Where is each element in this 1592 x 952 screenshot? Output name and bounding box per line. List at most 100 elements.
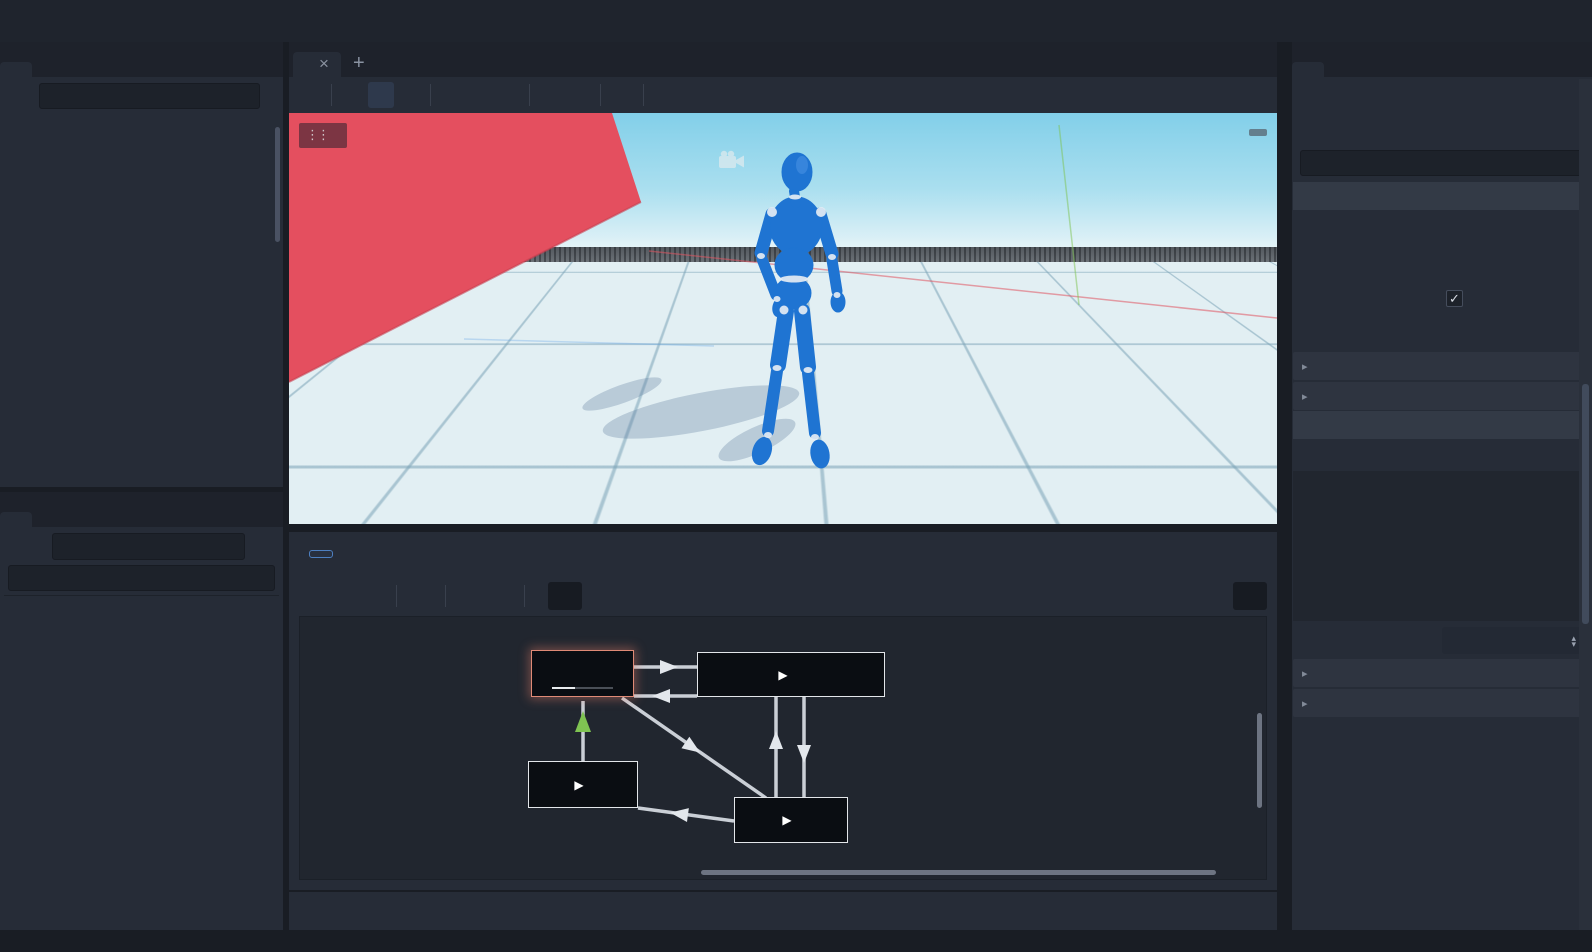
transition-dropdown[interactable] — [548, 582, 582, 610]
scene-tree-scrollbar[interactable] — [275, 127, 280, 242]
graph-select-tool-icon[interactable] — [299, 583, 325, 609]
filter-properties-box — [1300, 150, 1584, 176]
play-custom-scene-button[interactable] — [1534, 8, 1560, 34]
scene-tab-game[interactable]: × — [293, 52, 341, 77]
editor-description-textarea[interactable] — [1293, 471, 1591, 621]
red-wall — [289, 113, 641, 382]
filter-properties-input[interactable] — [1308, 155, 1570, 172]
3d-viewport[interactable]: ⋮⋮ — [289, 113, 1277, 524]
filter-nodes-box — [39, 83, 260, 109]
state-node-move-ground[interactable]: ▶ — [697, 652, 885, 697]
close-tab-icon[interactable]: × — [319, 58, 329, 70]
play-state-icon[interactable]: ▶ — [778, 668, 787, 682]
tab-node[interactable] — [1324, 62, 1356, 77]
attach-script-button[interactable] — [266, 83, 275, 109]
graph-hscrollbar[interactable] — [701, 870, 1216, 875]
active-value[interactable]: ✓ — [1442, 290, 1590, 307]
tab-scene[interactable] — [0, 62, 32, 77]
main-menu-bar — [0, 0, 1592, 42]
filesystem-dock — [0, 492, 283, 930]
chevron-right-icon: ▸ — [1302, 697, 1308, 710]
animation-tree-panel: ▶ ▶ ▶ — [289, 532, 1277, 890]
lock-icon[interactable] — [467, 82, 493, 108]
state-node-land[interactable]: ▶ — [528, 761, 638, 808]
resource-section-header[interactable] — [1293, 182, 1591, 210]
path-root-button[interactable] — [309, 550, 333, 558]
graph-connect-nodes-icon[interactable] — [359, 583, 385, 609]
graph-create-node-icon[interactable] — [329, 583, 355, 609]
save-resource-icon[interactable] — [1370, 83, 1396, 109]
tab-inspector[interactable] — [1292, 62, 1324, 77]
property-editor-description — [1292, 440, 1592, 469]
graph-end-icon[interactable] — [487, 583, 513, 609]
property-process-priority: ▴▾ — [1292, 623, 1592, 658]
graph-autoplay-icon[interactable] — [457, 583, 483, 609]
chevron-right-icon: ▸ — [1302, 360, 1308, 373]
search-files-input[interactable] — [16, 570, 261, 587]
node-section-header[interactable] — [1293, 411, 1591, 439]
grip-dots-icon: ⋮⋮ — [306, 127, 328, 143]
local-space-icon[interactable] — [538, 82, 564, 108]
new-resource-icon[interactable] — [1302, 83, 1328, 109]
rotate-tool-icon[interactable] — [368, 82, 394, 108]
process-priority-spinner[interactable]: ▴▾ — [1442, 627, 1584, 654]
pause-button[interactable] — [1414, 8, 1440, 34]
play-state-icon[interactable]: ▶ — [782, 813, 791, 827]
group-pause[interactable]: ▸ — [1293, 659, 1591, 687]
group-root-motion[interactable]: ▸ — [1293, 352, 1591, 380]
inspector-scrollbar[interactable] — [1579, 79, 1592, 930]
stop-button[interactable] — [1454, 8, 1480, 34]
bottom-panel-bar — [289, 892, 1277, 930]
scene-tab-bar: × + — [289, 42, 1277, 77]
window-bottom-strip — [0, 930, 1592, 952]
graph-vscrollbar[interactable] — [1257, 713, 1262, 808]
spinner-arrows-icon[interactable]: ▴▾ — [1571, 635, 1576, 647]
fs-display-mode-icon[interactable] — [249, 533, 275, 559]
y-axis-line — [1059, 125, 1079, 305]
viewport-scene — [289, 113, 1277, 524]
x-axis-line — [649, 251, 1277, 318]
state-node-jump[interactable]: ▶ — [734, 797, 848, 843]
scene-tree — [0, 115, 283, 487]
fps-counter — [1249, 129, 1267, 136]
new-scene-tab-button[interactable]: + — [341, 50, 377, 77]
tab-filesystem[interactable] — [0, 512, 32, 527]
list-select-icon[interactable] — [439, 82, 465, 108]
chevron-right-icon: ▸ — [1302, 667, 1308, 680]
snap-icon[interactable] — [566, 82, 592, 108]
godot-editor-window: × + — [0, 0, 1592, 952]
camera-preview-icon[interactable] — [609, 82, 635, 108]
property-process-mode — [1292, 316, 1592, 351]
mannequin[interactable] — [749, 153, 845, 469]
center-area: × + — [289, 42, 1277, 930]
scale-tool-icon[interactable] — [396, 82, 422, 108]
filter-nodes-input[interactable] — [47, 88, 246, 105]
graph-delete-icon[interactable] — [408, 583, 434, 609]
fs-path[interactable] — [52, 533, 245, 560]
perspective-dropdown[interactable]: ⋮⋮ — [299, 123, 347, 148]
play-button[interactable] — [1374, 8, 1400, 34]
state-node-idle[interactable] — [531, 650, 634, 697]
tab-import[interactable] — [32, 62, 64, 77]
group-icon[interactable] — [495, 82, 521, 108]
play-state-icon[interactable]: ▶ — [574, 778, 583, 792]
property-tree-root — [1292, 211, 1592, 246]
instance-scene-button[interactable] — [23, 83, 32, 109]
add-node-button[interactable] — [8, 83, 17, 109]
scene-dock — [0, 42, 283, 487]
filesystem-tree — [4, 595, 279, 930]
play-mode-dropdown[interactable] — [1233, 582, 1267, 610]
load-resource-icon[interactable] — [1336, 83, 1362, 109]
group-parameters[interactable]: ▸ — [1293, 382, 1591, 410]
move-tool-icon[interactable] — [340, 82, 366, 108]
play-scene-button[interactable] — [1494, 8, 1520, 34]
checkbox-checked-icon[interactable]: ✓ — [1446, 290, 1463, 307]
left-dock — [0, 42, 283, 930]
camera-gizmo — [719, 151, 744, 168]
group-script[interactable]: ▸ — [1293, 689, 1591, 717]
inspector-dock: ✓ ▸ ▸ — [1292, 42, 1592, 930]
idle-playback-progress — [552, 687, 613, 689]
select-tool-icon[interactable] — [297, 82, 323, 108]
z-axis-line — [464, 339, 714, 346]
state-machine-graph[interactable]: ▶ ▶ ▶ — [299, 616, 1267, 880]
